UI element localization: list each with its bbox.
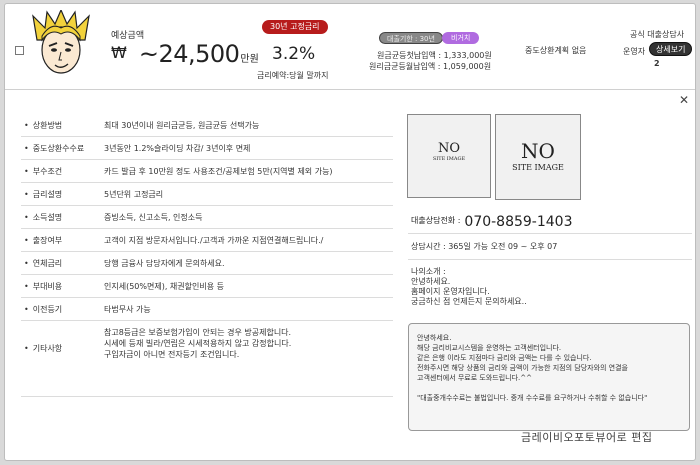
amount-value: ~24,500 [138, 40, 240, 68]
loan-term-badge: 대출기한 : 30년 [379, 32, 443, 44]
monthly-payment-equal: 원리금균등월납입액 : 1,059,000원 [369, 62, 492, 71]
detail-key: 이전등기 [21, 304, 100, 315]
notice-line: 전화주시면 해당 상품의 금리와 금액이 가능한 지점의 담당자와의 연결을 [417, 364, 628, 372]
detail-row: 상환방법 최대 30년이내 원리금균등, 원금균등 선택가능 [21, 114, 393, 137]
operators-count: 2 [654, 59, 660, 68]
operators-label: 운영자 [623, 47, 646, 56]
notice-line: 해당 금리비교시스템을 운영하는 고객센터입니다. [417, 344, 562, 352]
detail-row: 금리설명 5년단위 고정금리 [21, 183, 393, 206]
detail-line: 시세에 등재 빌라/연립은 시세적용하지 않고 감정합니다. [104, 339, 292, 348]
consultant-avatar [32, 10, 90, 74]
detail-key: 중도상환수수료 [21, 143, 100, 154]
notice-line: 안녕하세요. [417, 334, 452, 342]
fixed-rate-badge: 30년 고정금리 [262, 20, 328, 34]
site-image-text: SITE IMAGE [512, 163, 564, 172]
amount-unit: 만원 [240, 54, 259, 65]
consult-hours: 상담시간 : 365일 가능 오전 09 ~ 오후 07 [411, 242, 558, 251]
site-photo-placeholder: NO SITE IMAGE [495, 114, 581, 200]
editor-watermark: 금레이비오포토뷰어로 편집 [521, 431, 653, 444]
intro-line: 궁금하신 점 언제든지 문의하세요.. [411, 297, 527, 306]
detail-value: 참고8등급은 보증보험가입이 안되는 경우 방공제합니다. 시세에 등재 빌라/… [100, 321, 393, 364]
select-checkbox[interactable] [15, 46, 24, 55]
detail-row: 연체금리 당행 금융사 담당자에게 문의하세요. [21, 252, 393, 275]
detail-value: 고객이 지점 방문자서입니다./고객과 가까운 지점연결해드립니다./ [104, 235, 324, 245]
consultant-photo-placeholder: NO SITE IMAGE [407, 114, 491, 198]
notice-line: 같은 은행 이라도 지점마다 금리와 금액는 다를 수 있습니다. [417, 354, 592, 362]
product-summary-header: 예상금액 ₩ ~24,500만원 30년 고정금리 3.2% 금리예약:당월 말까… [5, 4, 695, 90]
intro-line: 홈페이지 운영자입니다. [411, 287, 490, 296]
grace-period-badge: 비거치 [442, 32, 480, 44]
detail-key: 상환방법 [21, 120, 100, 131]
phone-number[interactable]: 070-8859-1403 [464, 214, 572, 230]
detail-key: 소득설명 [21, 212, 100, 223]
intro-title: 나의소개 : [411, 267, 446, 276]
detail-row: 이전등기 타법무사 가능 [21, 298, 393, 321]
detail-value: 타법무사 가능 [104, 304, 151, 314]
self-introduction: 나의소개 : 안녕하세요. 홈페이지 운영자입니다. 궁금하신 점 언제든지 문… [411, 267, 527, 307]
first-payment-principal: 원금균등첫납입액 : 1,333,000원 [377, 51, 492, 60]
detail-line: 구입자금이 아니면 전자등기 조건입니다. [104, 350, 240, 359]
detail-value: 3년동안 1.2%슬라이딩 차감/ 3년이후 면제 [104, 143, 251, 153]
consult-phone: 대출상담전화 :070-8859-1403 [411, 211, 573, 230]
detail-key: 출장여부 [21, 235, 100, 246]
detail-key: 연체금리 [21, 258, 100, 269]
detail-value: 5년단위 고정금리 [104, 189, 164, 199]
detail-key: 부대비용 [21, 281, 100, 292]
intro-line: 안녕하세요. [411, 277, 451, 286]
detail-view-button[interactable]: 상세보기 [649, 42, 693, 56]
no-image-text: NO [521, 139, 555, 163]
detail-value: 카드 발급 후 10만원 정도 사용조건/공제보험 5만(지역별 제외 가능) [104, 166, 333, 176]
detail-key: 금리설명 [21, 189, 100, 200]
loan-product-card: 예상금액 ₩ ~24,500만원 30년 고정금리 3.2% 금리예약:당월 말까… [4, 3, 696, 461]
notice-line: 고객센터에서 무료로 도와드립니다.^^ [417, 374, 533, 382]
detail-key: 기타사항 [21, 321, 100, 354]
rate-reservation-note: 금리예약:당월 말까지 [257, 71, 329, 80]
detail-row: 소득설명 증빙소득, 신고소득, 인정소득 [21, 206, 393, 229]
detail-value: 증빙소득, 신고소득, 인정소득 [104, 212, 203, 222]
close-icon[interactable]: ✕ [679, 94, 689, 106]
detail-row: 중도상환수수료 3년동안 1.2%슬라이딩 차감/ 3년이후 면제 [21, 137, 393, 160]
divider [408, 233, 692, 234]
detail-line: 참고8등급은 보증보험가입이 안되는 경우 방공제합니다. [104, 328, 292, 337]
detail-row: 부수조건 카드 발급 후 10만원 정도 사용조건/공제보험 5만(지역별 제외 … [21, 160, 393, 183]
official-consultant-label: 공식 대출상담사 [630, 30, 685, 39]
detail-row: 출장여부 고객이 지점 방문자서입니다./고객과 가까운 지점연결해드립니다./ [21, 229, 393, 252]
divider [408, 259, 692, 260]
no-image-text: NO [437, 141, 461, 156]
currency-symbol: ₩ [111, 43, 127, 62]
payment-amount: ₩ ~24,500만원 [111, 40, 259, 68]
detail-value: 당행 금융사 담당자에게 문의하세요. [104, 258, 225, 268]
detail-row: 기타사항 참고8등급은 보증보험가입이 안되는 경우 방공제합니다. 시세에 등… [21, 321, 393, 397]
early-repayment-plan: 중도상환계획 없음 [525, 46, 587, 55]
detail-key: 부수조건 [21, 166, 100, 177]
site-image-text: SITE IMAGE [432, 156, 466, 162]
detail-value: 최대 30년이내 원리금균등, 원금균등 선택가능 [104, 120, 260, 130]
interest-rate: 3.2% [272, 44, 316, 64]
detail-row: 부대비용 인지세(50%면제), 채권할인비용 등 [21, 275, 393, 298]
phone-label: 대출상담전화 : [411, 216, 461, 225]
loan-detail-table: 상환방법 최대 30년이내 원리금균등, 원금균등 선택가능 중도상환수수료 3년동… [21, 114, 393, 397]
notice-warning: "대출중개수수료는 불법입니다. 중개 수수료를 요구하거나 수취할 수 없습니… [417, 394, 648, 402]
customer-center-notice: 안녕하세요. 해당 금리비교시스템을 운영하는 고객센터입니다. 같은 은행 이… [408, 323, 690, 431]
detail-value: 인지세(50%면제), 채권할인비용 등 [104, 281, 224, 291]
